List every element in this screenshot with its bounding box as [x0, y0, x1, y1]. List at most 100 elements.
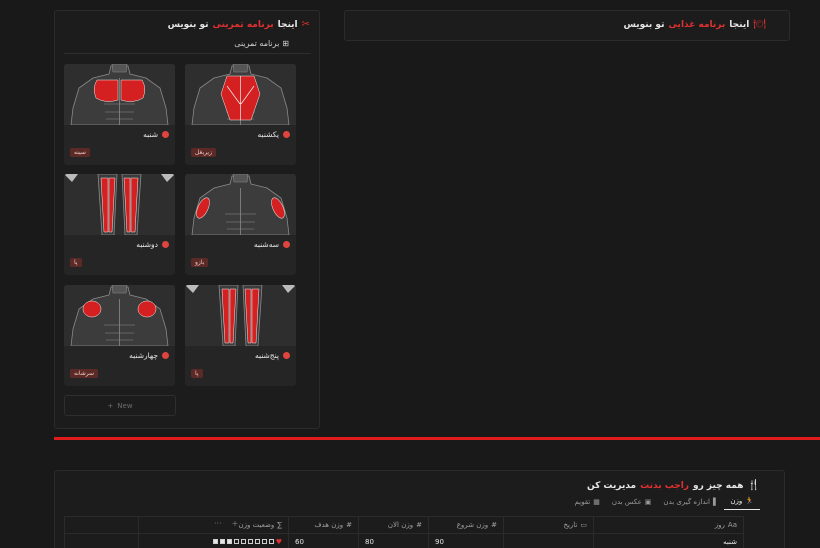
workout-card[interactable]: پنج‌شنبه پا [185, 285, 296, 386]
progress-square [261, 539, 267, 545]
muscle-figure-image [64, 285, 175, 346]
column-label: وضعیت وزن [238, 521, 275, 529]
manage-heading-suffix: مدیریت کن [586, 480, 637, 491]
cell-current-weight[interactable]: 80 [358, 533, 429, 548]
column-type-icon: Aa [727, 521, 737, 529]
workout-card[interactable]: دوشنبه پا [64, 174, 175, 275]
column-type-icon: # [416, 521, 422, 529]
status-dot-icon [162, 352, 169, 359]
muscle-tag: بازو [191, 258, 209, 267]
card-title: چهارشنبه [129, 351, 169, 360]
food-heading-prefix: اینجا [729, 19, 750, 30]
column-header[interactable]: # وزن الان [358, 516, 429, 534]
cell-date[interactable] [503, 533, 594, 548]
status-dot-icon [162, 241, 169, 248]
weight-progress: ♥ [212, 537, 282, 546]
muscle-figure-image [185, 64, 296, 125]
muscle-figure-image [64, 64, 175, 125]
tab-label: عکس بدن [611, 497, 642, 506]
muscle-tag: پا [191, 369, 203, 378]
tab-icon: ▌ [712, 497, 719, 506]
progress-square [268, 539, 274, 545]
tab-icon: ▣ [644, 497, 652, 506]
cell-spacer [64, 533, 139, 548]
card-title: شنبه [143, 130, 169, 139]
progress-square [233, 539, 239, 545]
weight-table: Aa روز ▭ تاریخ # وزن شروع # وزن الان # وزن هدف ∑ وض… [64, 516, 744, 548]
tab-icon: ▦ [593, 497, 600, 506]
muscle-tag: سینه [70, 148, 90, 157]
progress-square [226, 539, 232, 545]
section-divider [54, 437, 820, 440]
workout-card[interactable]: چهارشنبه سرشانه [64, 285, 175, 386]
cell-start-weight[interactable]: 90 [428, 533, 504, 548]
gallery-icon: ⊞ [282, 39, 289, 48]
status-dot-icon [162, 131, 169, 138]
table-row[interactable]: شنبه 90 80 60 ♥ [64, 533, 744, 548]
food-heading: 🍽 اینجا برنامه غذایی تو بنویس [624, 19, 767, 30]
column-label: تاریخ [563, 521, 578, 529]
manage-heading: 🍴 همه چیز رو راجب بدنت مدیریت کن [587, 480, 760, 491]
food-heading-suffix: تو بنویس [623, 19, 665, 30]
scissors-icon: ✂ [301, 19, 310, 30]
status-dot-icon [283, 352, 290, 359]
tab-icon: 🏃 [745, 497, 754, 505]
muscle-tag: سرشانه [70, 369, 99, 378]
column-type-icon: ▭ [580, 521, 587, 529]
column-type-icon: # [491, 521, 497, 529]
column-header[interactable]: Aa روز [593, 516, 744, 534]
workout-heading-suffix: تو بنویس [167, 19, 209, 30]
workout-view-divider [64, 53, 311, 54]
card-day: پنج‌شنبه [254, 351, 279, 360]
manage-heading-accent: راجب بدنت [640, 480, 689, 491]
dish-icon: 🍽 [753, 19, 766, 30]
workout-heading-prefix: اینجا [277, 19, 298, 30]
muscle-figure-image [185, 285, 296, 346]
progress-square [247, 539, 253, 545]
cell-day[interactable]: شنبه [593, 533, 744, 548]
workout-card[interactable]: شنبه سینه [64, 64, 175, 165]
column-header[interactable]: ∑ وضعیت وزن [138, 516, 289, 534]
progress-square [219, 539, 225, 545]
heart-icon: ♥ [275, 537, 282, 546]
tab-label: تقویم [574, 497, 591, 506]
tab-3[interactable]: ▦ تقویم [568, 497, 605, 510]
column-header[interactable]: ▭ تاریخ [503, 516, 594, 534]
column-header[interactable]: # وزن شروع [428, 516, 504, 534]
workout-heading: ✂ اینجا برنامه تمرینی تو بنویس [168, 19, 310, 30]
workout-card[interactable]: سه‌شنبه بازو [185, 174, 296, 275]
fork-knife-icon: 🍴 [747, 480, 760, 491]
card-title: سه‌شنبه [254, 240, 290, 249]
progress-square [254, 539, 260, 545]
muscle-figure-image [185, 174, 296, 235]
column-spacer [64, 516, 139, 534]
column-type-icon: ∑ [277, 521, 282, 529]
cell-weight-status: ♥ [138, 533, 289, 548]
tab-label: اندازه گیری بدن [663, 497, 710, 506]
new-card-button[interactable]: + New [64, 395, 176, 416]
status-dot-icon [283, 241, 290, 248]
card-title: پنج‌شنبه [255, 351, 290, 360]
column-type-icon: # [346, 521, 352, 529]
food-heading-accent: برنامه غذایی [668, 19, 726, 30]
card-day: سه‌شنبه [253, 240, 279, 249]
plus-icon: + [107, 401, 114, 410]
tab-0[interactable]: 🏃 وزن [724, 497, 760, 510]
tab-label: وزن [730, 497, 743, 505]
muscle-tag: زیربغل [191, 148, 216, 157]
tab-1[interactable]: ▌ اندازه گیری بدن [657, 497, 724, 510]
card-title: دوشنبه [136, 240, 169, 249]
cell-goal-weight[interactable]: 60 [288, 533, 359, 548]
muscle-tag: پا [70, 258, 82, 267]
card-day: یکشنبه [257, 130, 279, 139]
workout-heading-accent: برنامه تمرینی [212, 19, 274, 30]
card-day: چهارشنبه [129, 351, 158, 360]
new-card-label: New [117, 401, 133, 410]
workout-card[interactable]: یکشنبه زیربغل [185, 64, 296, 165]
tab-2[interactable]: ▣ عکس بدن [606, 497, 658, 510]
manage-heading-prefix: همه چیز رو [693, 480, 744, 491]
workout-view-label: برنامه تمرینی [234, 39, 280, 48]
column-header[interactable]: # وزن هدف [288, 516, 359, 534]
tab-workout-gallery[interactable]: ⊞ برنامه تمرینی [234, 39, 289, 48]
column-label: روز [714, 521, 725, 529]
